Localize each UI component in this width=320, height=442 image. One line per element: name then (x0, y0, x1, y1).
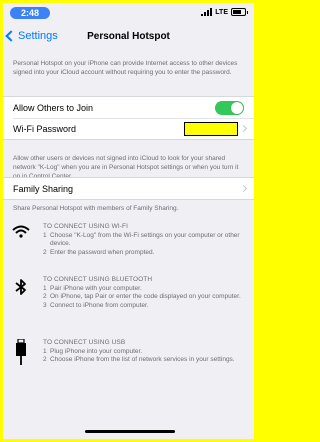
step-number: 2 (43, 293, 47, 300)
usb-cable-icon (16, 339, 26, 365)
connect-bluetooth-section: TO CONNECT USING BLUETOOTH 1 Pair iPhone … (3, 274, 254, 334)
status-indicators: LTE (201, 7, 248, 17)
battery-icon (231, 8, 248, 16)
step-text: Plug iPhone into your computer. (50, 347, 143, 355)
wifi-password-value[interactable] (184, 122, 238, 136)
usb-step: 1 Plug iPhone into your computer. (43, 348, 248, 357)
connect-usb-section: TO CONNECT USING USB 1 Plug iPhone into y… (3, 337, 254, 397)
chevron-right-icon (239, 184, 248, 193)
step-text: Enter the password when prompted. (50, 248, 155, 256)
step-text: On iPhone, tap Pair or enter the code di… (50, 293, 241, 300)
connect-bluetooth-text: TO CONNECT USING BLUETOOTH 1 Pair iPhone … (43, 276, 248, 310)
family-sharing-description: Share Personal Hotspot with members of F… (13, 205, 179, 212)
bluetooth-step: 3 Connect to iPhone from computer. (43, 302, 248, 311)
toggle-knob (231, 102, 243, 114)
allow-others-toggle[interactable] (215, 101, 244, 115)
step-text: Connect to iPhone from computer. (50, 301, 149, 309)
allow-others-row[interactable]: Allow Others to Join (3, 97, 254, 118)
connect-usb-heading: TO CONNECT USING USB (43, 339, 126, 346)
connect-wifi-heading: TO CONNECT USING WI-FI (43, 223, 129, 230)
step-text: Choose "K-Log" from the Wi-Fi settings o… (50, 231, 240, 248)
connect-usb-text: TO CONNECT USING USB 1 Plug iPhone into y… (43, 339, 248, 365)
status-bar: 2:48 LTE (3, 3, 254, 21)
wifi-password-label: Wi-Fi Password (13, 123, 77, 134)
allow-others-label: Allow Others to Join (13, 102, 94, 113)
connect-wifi-section: TO CONNECT USING WI-FI 1 Choose "K-Log" f… (3, 221, 254, 281)
carrier-label: LTE (215, 8, 228, 16)
navigation-bar: Settings Personal Hotspot (3, 27, 254, 49)
wifi-step: 2 Enter the password when prompted. (43, 249, 248, 258)
status-time[interactable]: 2:48 (10, 7, 50, 19)
chevron-right-icon (239, 124, 248, 133)
step-number: 1 (43, 231, 47, 239)
phone-screen: 2:48 LTE Settings Personal Hotspot Perso… (3, 3, 254, 439)
wifi-step: 1 Choose "K-Log" from the Wi-Fi settings … (43, 232, 248, 249)
connect-bluetooth-heading: TO CONNECT USING BLUETOOTH (43, 276, 153, 283)
wifi-password-row[interactable]: Wi-Fi Password (3, 118, 254, 139)
connect-wifi-text: TO CONNECT USING WI-FI 1 Choose "K-Log" f… (43, 223, 248, 257)
step-number: 2 (43, 248, 47, 256)
home-indicator[interactable] (85, 430, 175, 433)
intro-description: Personal Hotspot on your iPhone can prov… (13, 60, 238, 76)
hotspot-settings-group: Allow Others to Join Wi-Fi Password (3, 96, 254, 140)
page-title: Personal Hotspot (87, 31, 170, 42)
family-sharing-label: Family Sharing (13, 183, 74, 194)
wifi-icon (12, 225, 30, 238)
family-sharing-row[interactable]: Family Sharing (3, 178, 254, 199)
bluetooth-icon (15, 279, 26, 295)
step-number: 1 (43, 284, 47, 292)
signal-icon (201, 8, 213, 16)
bluetooth-step: 1 Pair iPhone with your computer. (43, 285, 248, 294)
step-number: 1 (43, 347, 47, 355)
usb-step: 2 Choose iPhone from the list of network … (43, 356, 248, 365)
step-number: 2 (43, 356, 47, 363)
step-text: Pair iPhone with your computer. (50, 284, 142, 292)
step-number: 3 (43, 301, 47, 309)
family-sharing-group: Family Sharing (3, 177, 254, 200)
step-text: Choose iPhone from the list of network s… (50, 356, 235, 363)
bluetooth-step: 2 On iPhone, tap Pair or enter the code d… (43, 293, 248, 302)
